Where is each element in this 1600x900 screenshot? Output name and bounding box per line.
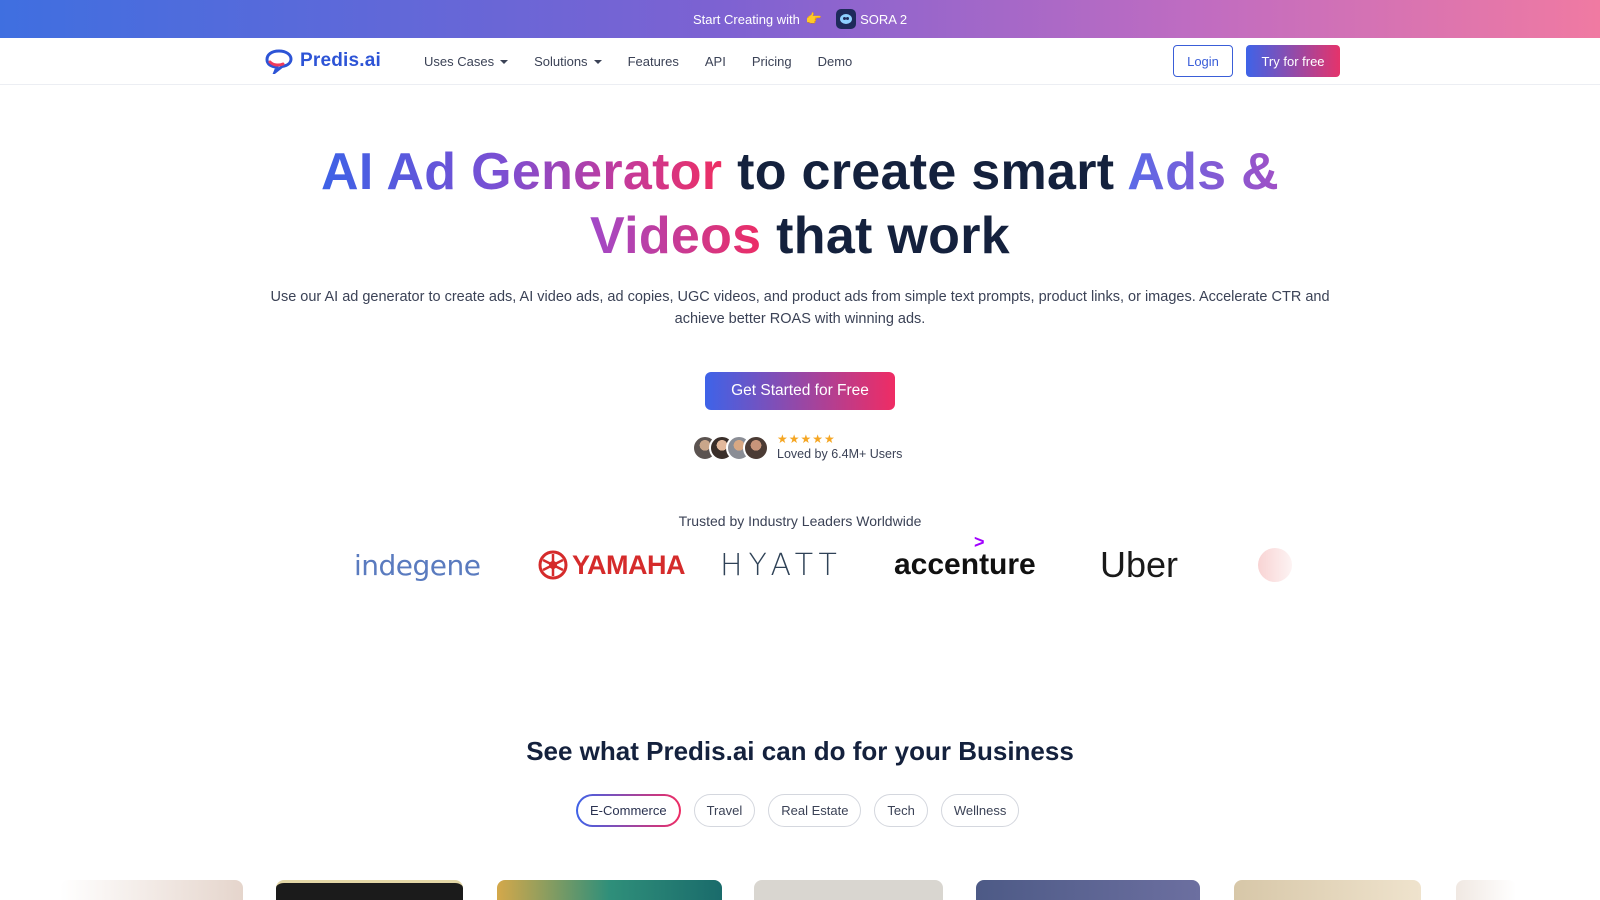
menu-item-demo[interactable]: Demo <box>818 54 853 69</box>
announcement-bar[interactable]: Start Creating with 👉 SORA 2 <box>0 0 1600 38</box>
get-started-button[interactable]: Get Started for Free <box>705 372 895 410</box>
menu-label: Solutions <box>534 54 588 69</box>
example-card[interactable] <box>497 880 722 900</box>
accenture-chevron-icon: > <box>974 532 985 552</box>
example-card[interactable] <box>60 880 243 900</box>
star-rating-icon: ★★★★★ <box>777 432 836 446</box>
logo-strip-fade-left <box>300 535 340 595</box>
menu-label: API <box>704 54 726 69</box>
menu-item-features[interactable]: Features <box>628 54 679 69</box>
hero-title-gradient-2: Ads & <box>1127 143 1279 201</box>
sora-logo-icon <box>836 9 857 29</box>
menu-item-use-cases[interactable]: Uses Cases <box>424 54 509 69</box>
sora-badge-label: SORA 2 <box>860 11 908 27</box>
hero-title-plain-1: to create smart <box>722 143 1128 201</box>
yamaha-logo: YAMAHA <box>538 540 686 590</box>
tab-real-estate[interactable]: Real Estate <box>768 794 862 827</box>
avatar <box>743 435 769 461</box>
indegene-logo: indegene <box>354 548 481 582</box>
predis-logo[interactable]: Predis.ai <box>264 48 381 74</box>
hero-title-gradient-1: AI Ad Generator <box>321 143 723 201</box>
hero-subtitle: Use our AI ad generator to create ads, A… <box>270 289 1330 327</box>
loved-by-users-text: Loved by 6.4M+ Users <box>777 447 903 461</box>
business-section-title: See what Predis.ai can do for your Busin… <box>526 736 1074 766</box>
rating: ★★★★★ Loved by 6.4M+ Users <box>777 433 902 463</box>
pointing-hand-icon: 👉 <box>805 11 823 26</box>
try-for-free-button[interactable]: Try for free <box>1246 45 1340 77</box>
example-card[interactable] <box>754 880 943 900</box>
announcement-text: Start Creating with <box>692 11 800 27</box>
navbar: Predis.ai Uses Cases Solutions Features … <box>0 38 1600 85</box>
logo-strip-fade-right <box>1255 535 1305 595</box>
example-card[interactable] <box>276 880 463 900</box>
tab-ecommerce[interactable]: E-Commerce <box>576 794 681 827</box>
hyatt-logo: HYATT <box>720 547 843 583</box>
main-menu: Uses Cases Solutions Features API Pricin… <box>424 38 852 85</box>
business-tabs: E-Commerce Travel Real Estate Tech Welln… <box>576 794 1020 827</box>
yamaha-emblem-icon <box>538 550 568 580</box>
menu-label: Pricing <box>751 54 792 69</box>
menu-label: Demo <box>817 54 853 69</box>
tab-tech[interactable]: Tech <box>874 794 928 827</box>
hero-title: AI Ad Generator to create smart Ads & Vi… <box>200 140 1400 268</box>
example-card[interactable] <box>976 880 1200 900</box>
example-card[interactable] <box>1234 880 1421 900</box>
login-button[interactable]: Login <box>1173 45 1233 77</box>
menu-item-pricing[interactable]: Pricing <box>752 54 792 69</box>
hero-title-plain-2: that work <box>761 207 1010 265</box>
tab-travel[interactable]: Travel <box>693 794 756 827</box>
tab-wellness[interactable]: Wellness <box>940 794 1020 827</box>
uber-logo: Uber <box>1100 544 1179 585</box>
caret-down-icon <box>593 59 602 64</box>
brand-logo-strip: indegene YAMAHA HYATT accenture > Uber <box>312 532 1292 590</box>
chat-bubble-logo-icon <box>265 49 293 74</box>
example-cards-row <box>0 880 1600 900</box>
accenture-logo: accenture > <box>894 532 1036 581</box>
social-proof: ★★★★★ Loved by 6.4M+ Users <box>692 433 902 463</box>
menu-item-solutions[interactable]: Solutions <box>534 54 602 69</box>
menu-item-api[interactable]: API <box>705 54 726 69</box>
caret-down-icon <box>500 59 509 64</box>
logo-text: Predis.ai <box>300 50 382 71</box>
hero-title-gradient-3: Videos <box>590 207 762 265</box>
menu-label: Features <box>627 54 679 69</box>
menu-label: Uses Cases <box>424 54 495 69</box>
example-card[interactable] <box>1456 880 1516 900</box>
trusted-heading: Trusted by Industry Leaders Worldwide <box>678 513 922 529</box>
